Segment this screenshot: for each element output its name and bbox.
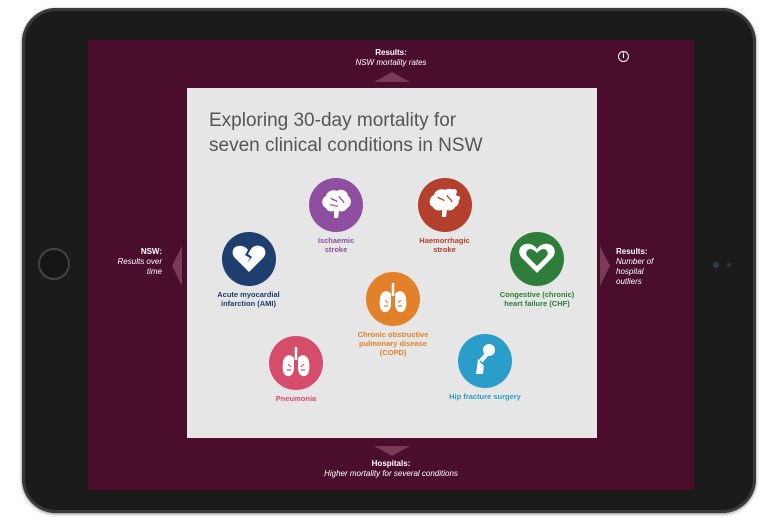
arrow-up-icon[interactable] <box>374 72 410 82</box>
nav-top-subtitle: NSW mortality rates <box>355 58 427 67</box>
nav-right-title: Results: <box>616 247 648 256</box>
lungs-icon <box>269 336 323 390</box>
nav-bottom-title: Hospitals: <box>371 459 411 468</box>
nav-hospital-outliers[interactable]: Results: Number of hospital outliers <box>616 247 686 287</box>
page-title-line: Exploring 30-day mortality for <box>209 110 457 131</box>
home-button[interactable] <box>38 248 70 280</box>
condition-label: Ischaemic stroke <box>291 236 381 254</box>
camera-icon <box>713 262 719 268</box>
condition-label-line: Congestive (chronic) <box>499 290 575 299</box>
brain-icon <box>309 178 363 232</box>
condition-label-line: Chronic obstructive <box>357 330 429 339</box>
nav-right-subtitle: outliers <box>616 277 642 286</box>
condition-label: Acute myocardial infarction (AMI) <box>201 290 296 308</box>
nav-left-subtitle: time <box>146 267 162 276</box>
condition-pneumonia[interactable]: Pneumonia <box>251 336 341 403</box>
condition-label-line: Acute myocardial <box>217 290 280 299</box>
condition-label: Haemorrhagic stroke <box>397 236 492 254</box>
arrow-left-icon[interactable] <box>172 246 182 286</box>
page-title-line: seven clinical conditions in NSW <box>209 135 483 156</box>
condition-label-line: stroke <box>433 245 456 254</box>
condition-ischaemic-stroke[interactable]: Ischaemic stroke <box>291 178 381 254</box>
info-icon[interactable]: i <box>618 51 629 62</box>
bone-icon <box>458 334 512 388</box>
broken-heart-icon <box>221 232 276 286</box>
condition-label: Hip fracture surgery <box>435 392 535 401</box>
condition-hip-fracture[interactable]: Hip fracture surgery <box>435 334 535 401</box>
condition-label-line: (COPD) <box>379 348 407 357</box>
condition-label: Pneumonia <box>251 394 341 403</box>
arrow-down-icon[interactable] <box>374 446 410 456</box>
nav-right-subtitle: hospital <box>616 267 644 276</box>
arrow-right-icon[interactable] <box>600 246 610 286</box>
nav-left-title: NSW: <box>140 247 162 256</box>
condition-label-line: stroke <box>324 245 348 254</box>
nav-left-subtitle: Results over <box>117 257 162 266</box>
condition-label-line: heart failure (CHF) <box>504 299 570 308</box>
condition-label-line: Pneumonia <box>275 394 317 403</box>
condition-label: Congestive (chronic) heart failure (CHF) <box>487 290 587 308</box>
condition-label-line: infarction (AMI) <box>221 299 276 308</box>
nav-results-mortality[interactable]: Results: NSW mortality rates <box>88 48 694 68</box>
condition-label-line: Hip fracture surgery <box>449 392 521 401</box>
heart-icon <box>510 232 564 286</box>
nav-top-title: Results: <box>375 48 407 57</box>
condition-label-line: Haemorrhagic <box>419 236 470 245</box>
sensor-icon <box>727 263 731 267</box>
condition-haemorrhagic-stroke[interactable]: Haemorrhagic stroke <box>397 178 492 254</box>
condition-chf[interactable]: Congestive (chronic) heart failure (CHF) <box>487 232 587 308</box>
nav-hospitals-higher-mortality[interactable]: Hospitals: Higher mortality for several … <box>88 459 694 479</box>
nav-bottom-subtitle: Higher mortality for several conditions <box>324 469 458 478</box>
condition-label-line: Ischaemic <box>317 236 355 245</box>
condition-ami[interactable]: Acute myocardial infarction (AMI) <box>201 232 296 308</box>
condition-label: Chronic obstructive pulmonary disease (C… <box>343 330 443 357</box>
lungs-icon <box>366 272 420 326</box>
conditions-panel: Exploring 30-day mortality for seven cli… <box>187 88 597 438</box>
app-screen: Results: NSW mortality rates i NSW: Resu… <box>88 40 694 490</box>
brain-bleed-icon <box>417 178 472 232</box>
nav-right-subtitle: Number of <box>616 257 654 266</box>
condition-label-line: pulmonary disease <box>359 339 427 348</box>
condition-copd[interactable]: Chronic obstructive pulmonary disease (C… <box>343 272 443 357</box>
page-title: Exploring 30-day mortality for seven cli… <box>209 108 589 158</box>
nav-nsw-results[interactable]: NSW: Results over time <box>88 247 162 277</box>
